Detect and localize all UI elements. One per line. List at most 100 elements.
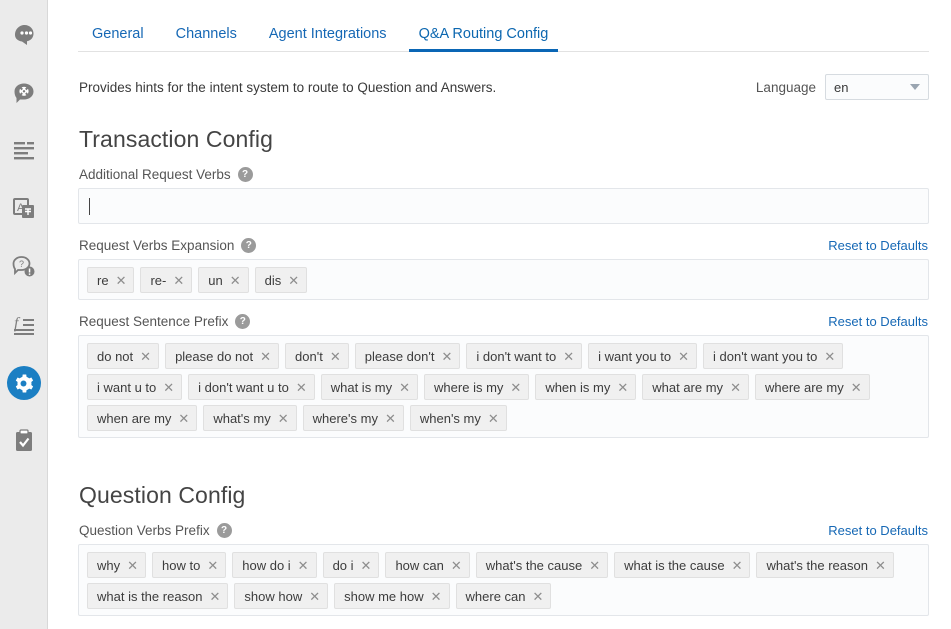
chip[interactable]: where's my ✕ xyxy=(302,405,404,431)
chip-label: what is my xyxy=(330,379,393,395)
close-icon[interactable]: ✕ xyxy=(361,559,372,572)
close-icon[interactable]: ✕ xyxy=(173,274,184,287)
chip[interactable]: what are my ✕ xyxy=(642,374,749,400)
chip-label: show how xyxy=(244,588,303,604)
help-icon[interactable]: ? xyxy=(216,523,232,538)
language-select[interactable]: en xyxy=(825,74,929,100)
chip[interactable]: what is the cause ✕ xyxy=(614,552,751,578)
chip[interactable]: why ✕ xyxy=(87,552,147,578)
intro-row: Provides hints for the intent system to … xyxy=(78,74,929,100)
close-icon[interactable]: ✕ xyxy=(278,412,289,425)
help-icon[interactable]: ? xyxy=(235,314,251,329)
chip-label: i don't want to xyxy=(476,348,557,364)
close-icon[interactable]: ✕ xyxy=(178,412,189,425)
request-verbs-expansion-chips[interactable]: re ✕ re- ✕ un ✕ dis ✕ xyxy=(78,259,929,300)
close-icon[interactable]: ✕ xyxy=(207,559,218,572)
chip[interactable]: dis ✕ xyxy=(254,267,308,293)
chip[interactable]: when's my ✕ xyxy=(409,405,507,431)
close-icon[interactable]: ✕ xyxy=(230,274,241,287)
chip[interactable]: when is my ✕ xyxy=(535,374,637,400)
additional-request-verbs-input[interactable] xyxy=(78,188,929,224)
close-icon[interactable]: ✕ xyxy=(309,590,320,603)
chip[interactable]: i don't want u to ✕ xyxy=(188,374,315,400)
reset-to-defaults-question-verbs-prefix[interactable]: Reset to Defaults xyxy=(828,523,928,538)
chip[interactable]: when are my ✕ xyxy=(87,405,198,431)
chip[interactable]: how can ✕ xyxy=(385,552,470,578)
tab-qa-routing-config[interactable]: Q&A Routing Config xyxy=(403,26,565,52)
close-icon[interactable]: ✕ xyxy=(732,559,743,572)
question-verbs-prefix-chips[interactable]: why ✕ how to ✕ how do i ✕ do i ✕ how can ✕ what's … xyxy=(78,544,929,616)
chip[interactable]: please don't ✕ xyxy=(354,343,461,369)
chip[interactable]: where are my ✕ xyxy=(754,374,870,400)
reset-to-defaults-request-sentence-prefix[interactable]: Reset to Defaults xyxy=(828,314,928,329)
close-icon[interactable]: ✕ xyxy=(589,559,600,572)
close-icon[interactable]: ✕ xyxy=(210,590,221,603)
chip[interactable]: don't ✕ xyxy=(285,343,349,369)
chip[interactable]: re ✕ xyxy=(87,267,135,293)
close-icon[interactable]: ✕ xyxy=(875,559,886,572)
tab-agent-integrations[interactable]: Agent Integrations xyxy=(253,26,403,51)
close-icon[interactable]: ✕ xyxy=(127,559,138,572)
close-icon[interactable]: ✕ xyxy=(431,590,442,603)
close-icon[interactable]: ✕ xyxy=(298,559,309,572)
sidebar-item-translate-icon[interactable]: A xyxy=(0,180,48,238)
app-window: A ? f General Channels Agent Integration… xyxy=(0,0,951,629)
close-icon[interactable]: ✕ xyxy=(399,381,410,394)
close-icon[interactable]: ✕ xyxy=(533,590,544,603)
close-icon[interactable]: ✕ xyxy=(851,381,862,394)
sidebar-item-function-lines-icon[interactable]: f xyxy=(0,296,48,354)
help-icon[interactable]: ? xyxy=(237,167,253,182)
chip[interactable]: what's my ✕ xyxy=(203,405,297,431)
chip[interactable]: show how ✕ xyxy=(234,583,329,609)
chip[interactable]: do i ✕ xyxy=(322,552,380,578)
chip[interactable]: how do i ✕ xyxy=(232,552,317,578)
help-icon[interactable]: ? xyxy=(241,238,257,253)
tab-general[interactable]: General xyxy=(78,26,160,51)
chip[interactable]: what's the cause ✕ xyxy=(475,552,609,578)
close-icon[interactable]: ✕ xyxy=(140,350,151,363)
sidebar-item-head-chat-icon[interactable] xyxy=(0,6,48,64)
close-icon[interactable]: ✕ xyxy=(824,350,835,363)
request-sentence-prefix-chips[interactable]: do not ✕ please do not ✕ don't ✕ please don't ✕… xyxy=(78,335,929,438)
sidebar-item-chat-gear-icon[interactable] xyxy=(0,64,48,122)
close-icon[interactable]: ✕ xyxy=(617,381,628,394)
chip[interactable]: i don't want to ✕ xyxy=(466,343,583,369)
chip[interactable]: what is the reason ✕ xyxy=(87,583,229,609)
close-icon[interactable]: ✕ xyxy=(296,381,307,394)
chip[interactable]: what is my ✕ xyxy=(320,374,419,400)
chip[interactable]: un ✕ xyxy=(198,267,249,293)
close-icon[interactable]: ✕ xyxy=(163,381,174,394)
close-icon[interactable]: ✕ xyxy=(563,350,574,363)
close-icon[interactable]: ✕ xyxy=(451,559,462,572)
chip[interactable]: show me how ✕ xyxy=(334,583,450,609)
close-icon[interactable]: ✕ xyxy=(116,274,127,287)
sidebar-item-question-chat-icon[interactable]: ? xyxy=(0,238,48,296)
reset-to-defaults-request-verbs-expansion[interactable]: Reset to Defaults xyxy=(828,238,928,253)
sidebar-item-clipboard-check-icon[interactable] xyxy=(0,412,48,470)
close-icon[interactable]: ✕ xyxy=(260,350,271,363)
close-icon[interactable]: ✕ xyxy=(330,350,341,363)
chip[interactable]: do not ✕ xyxy=(87,343,160,369)
chip[interactable]: please do not ✕ xyxy=(165,343,280,369)
chip[interactable]: i don't want you to ✕ xyxy=(703,343,844,369)
tab-channels[interactable]: Channels xyxy=(160,26,253,51)
chip[interactable]: re- ✕ xyxy=(140,267,193,293)
language-selector-group: Language en xyxy=(756,74,929,100)
close-icon[interactable]: ✕ xyxy=(385,412,396,425)
sidebar-item-text-lines-icon[interactable] xyxy=(0,122,48,180)
chip[interactable]: i want u to ✕ xyxy=(87,374,183,400)
left-sidebar: A ? f xyxy=(0,0,48,629)
request-verbs-expansion-label: Request Verbs Expansion xyxy=(79,238,235,253)
chip[interactable]: where is my ✕ xyxy=(424,374,530,400)
chip[interactable]: how to ✕ xyxy=(152,552,227,578)
close-icon[interactable]: ✕ xyxy=(510,381,521,394)
close-icon[interactable]: ✕ xyxy=(730,381,741,394)
close-icon[interactable]: ✕ xyxy=(488,412,499,425)
close-icon[interactable]: ✕ xyxy=(288,274,299,287)
close-icon[interactable]: ✕ xyxy=(678,350,689,363)
close-icon[interactable]: ✕ xyxy=(441,350,452,363)
chip[interactable]: what's the reason ✕ xyxy=(756,552,894,578)
sidebar-item-gear-icon[interactable] xyxy=(0,354,48,412)
chip[interactable]: i want you to ✕ xyxy=(588,343,697,369)
chip[interactable]: where can ✕ xyxy=(455,583,552,609)
